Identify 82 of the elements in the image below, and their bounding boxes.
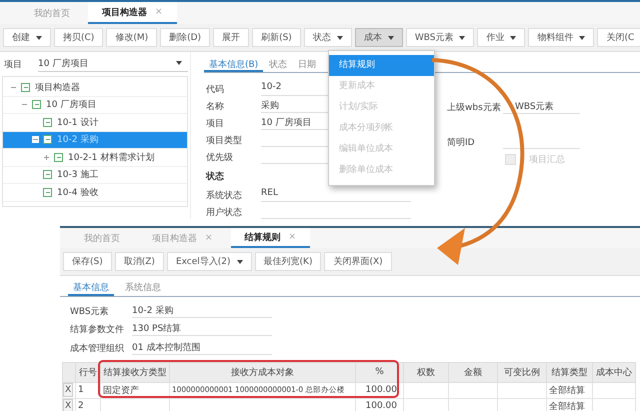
field-label: 上级wbs元素 — [447, 102, 502, 114]
toolbar-button[interactable]: 创建 — [3, 28, 51, 47]
expand-icon[interactable] — [43, 154, 50, 161]
node-icon — [54, 152, 63, 162]
delete-row-button[interactable]: X — [63, 399, 74, 411]
caret-icon — [388, 36, 394, 40]
toolbar-button[interactable]: 成本 — [354, 28, 403, 47]
field-label: 名称 — [205, 100, 225, 113]
node-icon — [32, 100, 41, 110]
node-icon — [43, 188, 52, 197]
caret-icon — [236, 260, 243, 264]
input-field[interactable]: REL — [261, 188, 411, 202]
field-label: 简明ID — [447, 136, 476, 149]
field-label: 代码 — [205, 84, 225, 96]
toolbar-button[interactable]: 状态 — [304, 28, 352, 47]
caret-icon — [36, 36, 42, 40]
field-label: 系统状态 — [205, 190, 243, 202]
tab[interactable]: 基本信息 — [68, 279, 114, 296]
toolbar-button[interactable]: 关闭(C — [597, 28, 640, 47]
column-header: 结算接收方类型 — [100, 362, 170, 382]
node-icon — [21, 82, 30, 92]
tab[interactable]: 系统信息 — [120, 279, 166, 296]
toolbar-button[interactable]: 修改(M) — [106, 28, 158, 47]
tree-item[interactable]: 项目构造器 — [3, 79, 187, 96]
column-header: 权数 — [404, 362, 448, 382]
field-label: 项目 — [4, 58, 22, 70]
node-icon — [43, 170, 52, 180]
field-label: 项目 — [205, 118, 225, 130]
project-dropdown[interactable]: 10 厂房项目 — [38, 56, 188, 72]
input-field[interactable]: 01 成本控制范围 — [132, 340, 272, 354]
caret-icon — [579, 36, 586, 40]
delete-row-button[interactable]: X — [63, 383, 74, 397]
table-cell: 全部结算 — [546, 382, 592, 398]
column-header: 可变比例 — [498, 362, 546, 382]
toolbar-button[interactable]: 拷贝(C) — [54, 28, 104, 47]
field-label: 用户状态 — [205, 206, 243, 219]
field-label: 项目类型 — [205, 134, 243, 147]
caret-icon — [176, 61, 182, 65]
toolbar-button[interactable]: 最佳列宽(K) — [254, 252, 322, 271]
tab[interactable]: 日期 — [293, 56, 322, 72]
checkbox-label: 项目汇总 — [529, 154, 565, 166]
toolbar-button[interactable]: 保存(S) — [63, 252, 112, 271]
tab[interactable]: 状态 — [264, 56, 292, 72]
input-field[interactable]: WBS元素 — [503, 100, 580, 114]
caret-icon — [510, 36, 516, 40]
field-label: 结算参数文件 — [70, 324, 125, 336]
input-field[interactable]: 130 PS结算 — [132, 322, 272, 336]
column-header: 结算类型 — [546, 362, 592, 382]
toolbar-button[interactable]: Excel导入(2) — [166, 252, 252, 271]
toolbar-button[interactable]: 刷新(S) — [252, 28, 301, 47]
section-heading: 状态 — [204, 170, 224, 184]
tab[interactable]: 结算规则 × — [230, 228, 310, 248]
field-label: WBS元素 — [70, 306, 110, 318]
column-header: % — [356, 362, 404, 382]
table-cell: 固定资产 — [100, 382, 170, 398]
caret-icon — [336, 36, 343, 40]
field-label: 成本管理组织 — [70, 342, 125, 354]
toolbar-button[interactable]: 关闭界面(X) — [324, 252, 392, 271]
tree-item[interactable]: 10-2-1 材料需求计划 — [3, 149, 187, 166]
input-field[interactable]: 10-2 采购 — [132, 304, 272, 318]
tab[interactable]: 项目构造器 × — [88, 2, 177, 24]
field-label: 优先级 — [205, 152, 234, 164]
column-header: 金额 — [448, 362, 498, 382]
toolbar-button[interactable]: 作业 — [477, 28, 526, 47]
tree-item[interactable]: 10 厂房项目 — [3, 96, 187, 114]
table-cell: 2 — [76, 398, 100, 411]
column-header: 接收方成本对象 — [170, 362, 356, 382]
tree-item[interactable]: 10-4 验收 — [3, 184, 187, 202]
table-cell: 全部结算 — [546, 398, 592, 411]
toolbar-button[interactable]: 取消(Z) — [114, 252, 164, 271]
toolbar-button[interactable]: 删除(D) — [160, 28, 210, 47]
node-icon — [43, 118, 52, 127]
toolbar-button[interactable]: 展开 — [213, 28, 250, 47]
column-header: 成本中心 — [592, 362, 636, 382]
tree-item[interactable]: 10-3 施工 — [3, 166, 187, 184]
toolbar-button[interactable]: 物料组件 — [528, 28, 594, 47]
toolbar-button[interactable]: WBS元素 — [406, 28, 474, 47]
collapse-icon[interactable] — [32, 136, 39, 144]
node-icon — [43, 135, 52, 144]
tab[interactable]: 基本信息(B) — [204, 56, 264, 72]
caret-icon — [459, 36, 466, 40]
table-cell: 1 — [76, 382, 100, 398]
